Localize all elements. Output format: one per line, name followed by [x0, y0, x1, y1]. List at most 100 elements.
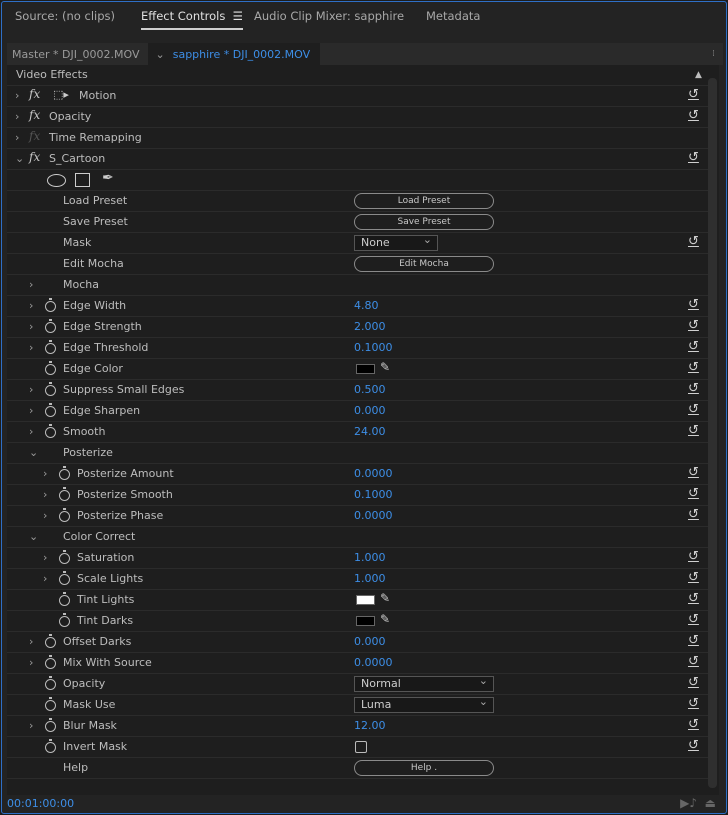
chevron-right-icon[interactable]: ›	[43, 467, 47, 480]
chevron-right-icon[interactable]: ›	[29, 425, 33, 438]
property-value[interactable]: 1.000	[354, 572, 386, 585]
tab-metadata[interactable]: Metadata	[426, 9, 480, 23]
property-value[interactable]: 2.000	[354, 320, 386, 333]
eyedropper-icon[interactable]: ✎	[380, 360, 390, 374]
chevron-right-icon[interactable]: ›	[29, 341, 33, 354]
chevron-right-icon[interactable]: ›	[15, 89, 19, 102]
property-value[interactable]: 0.1000	[354, 341, 393, 354]
stopwatch-icon[interactable]	[45, 361, 56, 375]
reset-icon[interactable]: ↺	[688, 738, 699, 753]
color-swatch[interactable]	[356, 364, 375, 374]
stopwatch-icon[interactable]	[45, 697, 56, 711]
property-value[interactable]: 24.00	[354, 425, 386, 438]
stopwatch-icon[interactable]	[59, 487, 70, 501]
reset-icon[interactable]: ↺	[688, 234, 699, 249]
reset-icon[interactable]: ↺	[688, 108, 699, 123]
stopwatch-icon[interactable]	[59, 508, 70, 522]
reset-icon[interactable]: ↺	[688, 696, 699, 711]
property-dropdown[interactable]: Luma	[354, 695, 494, 713]
chevron-right-icon[interactable]: ›	[43, 488, 47, 501]
panel-menu-icon[interactable]: ☰	[233, 9, 243, 23]
chevron-right-icon[interactable]: ›	[29, 320, 33, 333]
reset-icon[interactable]: ↺	[688, 675, 699, 690]
property-value[interactable]: 0.000	[354, 404, 386, 417]
reset-icon[interactable]: ↺	[688, 486, 699, 501]
stopwatch-icon[interactable]	[45, 340, 56, 354]
reset-icon[interactable]: ↺	[688, 717, 699, 732]
fx-toggle-icon[interactable]: fx	[29, 150, 40, 164]
stopwatch-icon[interactable]	[59, 571, 70, 585]
property-button[interactable]: Edit Mocha	[354, 256, 494, 272]
play-audio-icon[interactable]: ▶♪	[680, 796, 697, 810]
rectangle-mask-icon[interactable]	[75, 173, 90, 187]
tab-effect-controls[interactable]: Source: (no clips)Effect Controls ☰	[141, 9, 243, 30]
stopwatch-icon[interactable]	[59, 613, 70, 627]
property-value[interactable]: 4.80	[354, 299, 379, 312]
grip-icon[interactable]: ⁞	[712, 49, 715, 59]
sequence-clip-selector[interactable]: ⌄ sapphire * DJI_0002.MOV	[147, 43, 321, 65]
stopwatch-icon[interactable]	[45, 319, 56, 333]
chevron-right-icon[interactable]: ›	[43, 551, 47, 564]
stopwatch-icon[interactable]	[59, 592, 70, 606]
chevron-down-icon[interactable]: ⌄	[29, 530, 38, 543]
stopwatch-icon[interactable]	[45, 634, 56, 648]
reset-icon[interactable]: ↺	[688, 570, 699, 585]
chevron-right-icon[interactable]: ›	[29, 635, 33, 648]
property-checkbox[interactable]	[355, 741, 367, 753]
reset-icon[interactable]: ↺	[688, 465, 699, 480]
chevron-down-icon[interactable]: ⌄	[29, 446, 38, 459]
chevron-right-icon[interactable]: ›	[43, 509, 47, 522]
reset-icon[interactable]: ↺	[688, 402, 699, 417]
property-value[interactable]: 0.000	[354, 635, 386, 648]
color-swatch[interactable]	[356, 616, 375, 626]
color-swatch[interactable]	[356, 595, 375, 605]
reset-icon[interactable]: ↺	[688, 423, 699, 438]
reset-icon[interactable]: ↺	[688, 507, 699, 522]
eyedropper-icon[interactable]: ✎	[380, 612, 390, 626]
property-value[interactable]: 1.000	[354, 551, 386, 564]
chevron-right-icon[interactable]: ›	[43, 572, 47, 585]
reset-icon[interactable]: ↺	[688, 150, 699, 165]
property-button[interactable]: Help .	[354, 760, 494, 776]
chevron-right-icon[interactable]: ›	[29, 719, 33, 732]
stopwatch-icon[interactable]	[45, 298, 56, 312]
fx-toggle-icon[interactable]: fx	[29, 87, 40, 101]
master-clip-label[interactable]: Master * DJI_0002.MOV	[7, 48, 148, 61]
property-button[interactable]: Save Preset	[354, 214, 494, 230]
tab-source[interactable]: Source: (no clips)	[15, 9, 115, 23]
stopwatch-icon[interactable]	[45, 403, 56, 417]
fx-toggle-icon[interactable]: fx	[29, 129, 40, 143]
property-button[interactable]: Load Preset	[354, 193, 494, 209]
pen-mask-icon[interactable]: ✒	[102, 170, 114, 186]
reset-icon[interactable]: ↺	[688, 360, 699, 375]
chevron-right-icon[interactable]: ›	[29, 383, 33, 396]
export-icon[interactable]: ⏏	[705, 796, 716, 810]
property-value[interactable]: 0.500	[354, 383, 386, 396]
reset-icon[interactable]: ↺	[688, 297, 699, 312]
stopwatch-icon[interactable]	[45, 424, 56, 438]
reset-icon[interactable]: ↺	[688, 633, 699, 648]
stopwatch-icon[interactable]	[45, 382, 56, 396]
property-dropdown[interactable]: None	[354, 233, 438, 251]
collapse-up-icon[interactable]: ▲	[695, 70, 702, 80]
fx-toggle-icon[interactable]: fx	[29, 108, 40, 122]
reset-icon[interactable]: ↺	[688, 549, 699, 564]
chevron-right-icon[interactable]: ›	[15, 131, 19, 144]
chevron-right-icon[interactable]: ›	[29, 656, 33, 669]
stopwatch-icon[interactable]	[45, 718, 56, 732]
reset-icon[interactable]: ↺	[688, 612, 699, 627]
stopwatch-icon[interactable]	[45, 655, 56, 669]
property-value[interactable]: 0.0000	[354, 509, 393, 522]
chevron-right-icon[interactable]: ›	[29, 278, 33, 291]
tab-audio-clip-mixer[interactable]: Audio Clip Mixer: sapphire	[254, 9, 404, 23]
transform-icon[interactable]: ⬚▸	[53, 88, 69, 101]
reset-icon[interactable]: ↺	[688, 381, 699, 396]
scrollbar[interactable]	[708, 78, 717, 788]
ellipse-mask-icon[interactable]	[47, 174, 66, 187]
timecode[interactable]: 00:01:00:00	[7, 797, 74, 810]
reset-icon[interactable]: ↺	[688, 339, 699, 354]
reset-icon[interactable]: ↺	[688, 87, 699, 102]
property-value[interactable]: 12.00	[354, 719, 386, 732]
reset-icon[interactable]: ↺	[688, 318, 699, 333]
property-dropdown[interactable]: Normal	[354, 674, 494, 692]
